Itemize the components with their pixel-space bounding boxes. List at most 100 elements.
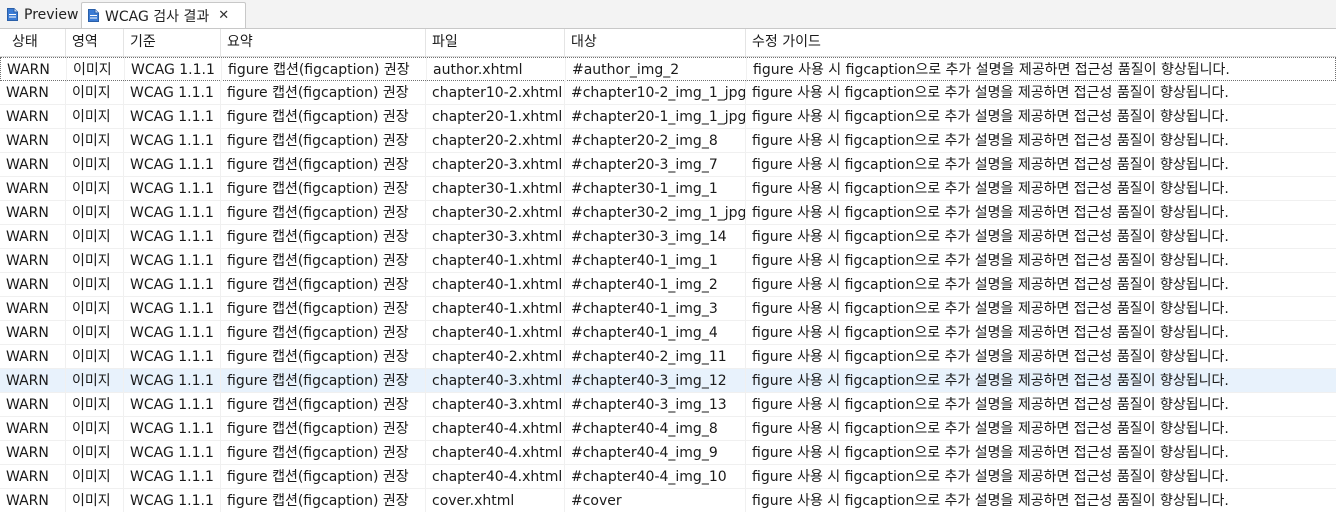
table-row[interactable]: WARN 이미지 WCAG 1.1.1 figure 캡션(figcaption) 권… — [0, 249, 1336, 273]
table-row[interactable]: WARN 이미지 WCAG 1.1.1 figure 캡션(figcaption) 권… — [0, 273, 1336, 297]
cell-area: 이미지 — [67, 58, 125, 82]
cell-criterion: WCAG 1.1.1 — [125, 58, 222, 82]
cell-target: #chapter40-2_img_11 — [565, 345, 746, 369]
cell-summary: figure 캡션(figcaption) 권장 — [221, 105, 426, 129]
cell-area: 이미지 — [66, 105, 124, 129]
cell-file: chapter30-1.xhtml — [426, 177, 565, 201]
cell-criterion: WCAG 1.1.1 — [124, 201, 221, 225]
table-row[interactable]: WARN 이미지 WCAG 1.1.1 figure 캡션(figcaption) 권… — [0, 129, 1336, 153]
cell-status: WARN — [6, 489, 66, 512]
cell-fix-guide: figure 사용 시 figcaption으로 추가 설명을 제공하면 접근성… — [752, 229, 1229, 245]
table-row[interactable]: WARN 이미지 WCAG 1.1.1 figure 캡션(figcaption) 권… — [0, 489, 1336, 512]
table-row[interactable]: WARN 이미지 WCAG 1.1.1 figure 캡션(figcaption) 권… — [0, 105, 1336, 129]
cell-status: WARN — [7, 58, 67, 82]
cell-status: WARN — [6, 417, 66, 441]
cell-fix-guide: figure 사용 시 figcaption으로 추가 설명을 제공하면 접근성… — [752, 157, 1229, 173]
cell-file: chapter40-1.xhtml — [426, 321, 565, 345]
cell-criterion: WCAG 1.1.1 — [124, 369, 221, 393]
cell-area: 이미지 — [66, 345, 124, 369]
cell-area: 이미지 — [66, 441, 124, 465]
cell-file: chapter30-3.xhtml — [426, 225, 565, 249]
cell-fix-guide: figure 사용 시 figcaption으로 추가 설명을 제공하면 접근성… — [752, 493, 1229, 509]
table-row[interactable]: WARN 이미지 WCAG 1.1.1 figure 캡션(figcaption) 권… — [0, 417, 1336, 441]
cell-status: WARN — [6, 153, 66, 177]
cell-file: chapter40-3.xhtml — [426, 369, 565, 393]
cell-criterion: WCAG 1.1.1 — [124, 321, 221, 345]
cell-target: #chapter40-4_img_10 — [565, 465, 746, 489]
cell-area: 이미지 — [66, 81, 124, 105]
cell-summary: figure 캡션(figcaption) 권장 — [221, 201, 426, 225]
cell-area: 이미지 — [66, 153, 124, 177]
cell-file: chapter10-2.xhtml — [426, 81, 565, 105]
cell-summary: figure 캡션(figcaption) 권장 — [221, 345, 426, 369]
table-row[interactable]: WARN 이미지 WCAG 1.1.1 figure 캡션(figcaption) 권… — [0, 345, 1336, 369]
table-row[interactable]: WARN 이미지 WCAG 1.1.1 figure 캡션(figcaption) 권… — [0, 393, 1336, 417]
cell-status: WARN — [6, 465, 66, 489]
cell-summary: figure 캡션(figcaption) 권장 — [221, 249, 426, 273]
cell-area: 이미지 — [66, 201, 124, 225]
table-row[interactable]: WARN 이미지 WCAG 1.1.1 figure 캡션(figcaption) 권… — [0, 465, 1336, 489]
table-row[interactable]: WARN 이미지 WCAG 1.1.1 figure 캡션(figcaption) 권… — [0, 297, 1336, 321]
tab-wcag-results[interactable]: WCAG 검사 결과 ✕ — [81, 2, 246, 28]
table-row[interactable]: WARN 이미지 WCAG 1.1.1 figure 캡션(figcaption) 권… — [0, 369, 1336, 393]
cell-target: #chapter30-3_img_14 — [565, 225, 746, 249]
cell-file: chapter30-2.xhtml — [426, 201, 565, 225]
cell-status: WARN — [6, 345, 66, 369]
cell-criterion: WCAG 1.1.1 — [124, 153, 221, 177]
column-header-status[interactable]: 상태 — [0, 29, 66, 56]
cell-summary: figure 캡션(figcaption) 권장 — [221, 153, 426, 177]
cell-target: #cover — [565, 489, 746, 512]
table-row[interactable]: WARN 이미지 WCAG 1.1.1 figure 캡션(figcaption) 권… — [0, 201, 1336, 225]
cell-fix-guide: figure 사용 시 figcaption으로 추가 설명을 제공하면 접근성… — [752, 445, 1229, 461]
cell-criterion: WCAG 1.1.1 — [124, 393, 221, 417]
cell-area: 이미지 — [66, 225, 124, 249]
cell-status: WARN — [6, 225, 66, 249]
table-row[interactable]: WARN 이미지 WCAG 1.1.1 figure 캡션(figcaption) 권… — [0, 57, 1336, 82]
table-body: WARN 이미지 WCAG 1.1.1 figure 캡션(figcaption) 권… — [0, 57, 1336, 512]
column-header-area[interactable]: 영역 — [66, 29, 124, 56]
results-table: 상태 영역 기준 요약 파일 대상 수정 가이드 WARN 이미지 WCAG 1.1… — [0, 29, 1336, 512]
cell-status: WARN — [6, 249, 66, 273]
cell-fix-guide: figure 사용 시 figcaption으로 추가 설명을 제공하면 접근성… — [752, 133, 1229, 149]
table-row[interactable]: WARN 이미지 WCAG 1.1.1 figure 캡션(figcaption) 권… — [0, 225, 1336, 249]
cell-file: cover.xhtml — [426, 489, 565, 512]
close-icon[interactable]: ✕ — [218, 8, 229, 23]
cell-summary: figure 캡션(figcaption) 권장 — [221, 393, 426, 417]
column-header-criterion[interactable]: 기준 — [124, 29, 221, 56]
table-row[interactable]: WARN 이미지 WCAG 1.1.1 figure 캡션(figcaption) 권… — [0, 321, 1336, 345]
cell-fix-guide: figure 사용 시 figcaption으로 추가 설명을 제공하면 접근성… — [752, 109, 1229, 125]
cell-criterion: WCAG 1.1.1 — [124, 177, 221, 201]
editor-tab-bar: Preview WCAG 검사 결과 ✕ — [0, 0, 1336, 29]
cell-status: WARN — [6, 201, 66, 225]
cell-file: chapter20-2.xhtml — [426, 129, 565, 153]
cell-summary: figure 캡션(figcaption) 권장 — [221, 297, 426, 321]
cell-target: #chapter40-1_img_4 — [565, 321, 746, 345]
cell-file: chapter40-1.xhtml — [426, 273, 565, 297]
column-header-fix-guide[interactable]: 수정 가이드 — [746, 29, 1336, 56]
column-header-summary[interactable]: 요약 — [221, 29, 426, 56]
cell-criterion: WCAG 1.1.1 — [124, 489, 221, 512]
cell-status: WARN — [6, 177, 66, 201]
cell-area: 이미지 — [66, 129, 124, 153]
tab-preview[interactable]: Preview — [0, 2, 81, 27]
table-row[interactable]: WARN 이미지 WCAG 1.1.1 figure 캡션(figcaption) 권… — [0, 177, 1336, 201]
cell-summary: figure 캡션(figcaption) 권장 — [221, 81, 426, 105]
cell-criterion: WCAG 1.1.1 — [124, 273, 221, 297]
column-header-target[interactable]: 대상 — [565, 29, 746, 56]
cell-file: chapter40-4.xhtml — [426, 417, 565, 441]
cell-file: chapter20-1.xhtml — [426, 105, 565, 129]
cell-status: WARN — [6, 129, 66, 153]
cell-fix-guide: figure 사용 시 figcaption으로 추가 설명을 제공하면 접근성… — [753, 62, 1230, 78]
column-header-file[interactable]: 파일 — [426, 29, 565, 56]
document-icon — [7, 8, 18, 21]
cell-area: 이미지 — [66, 297, 124, 321]
cell-criterion: WCAG 1.1.1 — [124, 465, 221, 489]
cell-target: #chapter40-1_img_3 — [565, 297, 746, 321]
cell-status: WARN — [6, 105, 66, 129]
table-row[interactable]: WARN 이미지 WCAG 1.1.1 figure 캡션(figcaption) 권… — [0, 81, 1336, 105]
table-row[interactable]: WARN 이미지 WCAG 1.1.1 figure 캡션(figcaption) 권… — [0, 441, 1336, 465]
cell-file: author.xhtml — [427, 58, 566, 82]
table-row[interactable]: WARN 이미지 WCAG 1.1.1 figure 캡션(figcaption) 권… — [0, 153, 1336, 177]
cell-file: chapter40-4.xhtml — [426, 465, 565, 489]
cell-target: #chapter40-4_img_8 — [565, 417, 746, 441]
